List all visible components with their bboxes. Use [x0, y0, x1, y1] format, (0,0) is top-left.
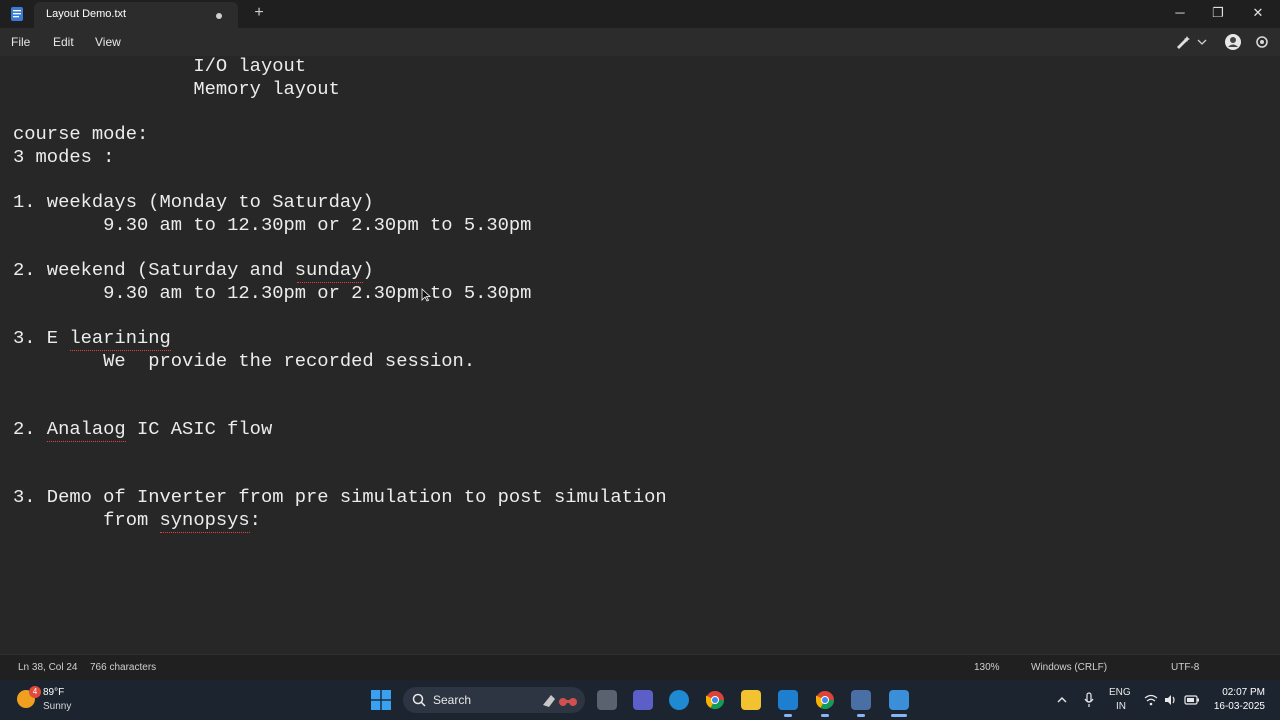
editor-line: 9.30 am to 12.30pm or 2.30pm to 5.30pm [13, 282, 532, 305]
language-indicator[interactable]: ENG [1109, 687, 1131, 698]
active-indicator [891, 714, 907, 717]
text-editor[interactable]: I/O layout Memory layout course mode: 3 … [0, 56, 1280, 654]
unsaved-dot-icon[interactable] [216, 13, 222, 19]
editor-text[interactable]: I/O layout Memory layout course mode: 3 … [13, 56, 667, 532]
character-count: 766 characters [90, 662, 157, 673]
battery-icon[interactable] [1184, 694, 1200, 706]
spellcheck-underline [47, 437, 126, 442]
account-avatar-icon[interactable] [1223, 33, 1243, 51]
teams-icon[interactable] [633, 690, 653, 710]
notepad-app-icon [11, 7, 23, 21]
edge-browser-icon[interactable] [669, 690, 689, 710]
maximize-button[interactable]: ❐ [1208, 4, 1228, 22]
microphone-icon[interactable] [1083, 692, 1095, 708]
editor-line: 9.30 am to 12.30pm or 2.30pm to 5.30pm [13, 213, 532, 236]
menu-bar: File Edit View [0, 28, 1280, 56]
chevron-up-icon[interactable] [1056, 694, 1068, 706]
zoom-level[interactable]: 130% [974, 662, 1000, 673]
chevron-down-icon[interactable] [1196, 33, 1208, 51]
clock-time[interactable]: 02:07 PM [1215, 687, 1265, 698]
status-bar: Ln 38, Col 24 766 characters 130% Window… [0, 654, 1280, 681]
search-highlight-icon [543, 695, 577, 707]
running-indicator [857, 714, 865, 717]
spellcheck-underline [70, 346, 171, 351]
task-view-icon[interactable] [597, 690, 617, 710]
search-label: Search [433, 693, 472, 707]
running-indicator [784, 714, 792, 717]
menu-edit[interactable]: Edit [53, 35, 74, 49]
copilot-pen-icon[interactable] [1174, 33, 1194, 51]
weather-badge: 4 [29, 686, 41, 698]
weather-temperature[interactable]: 89°F [43, 687, 64, 698]
encoding[interactable]: UTF-8 [1171, 662, 1199, 673]
close-button[interactable]: ✕ [1248, 4, 1268, 22]
search-icon [412, 693, 426, 707]
file-explorer-icon[interactable] [741, 690, 761, 710]
volume-icon[interactable] [1164, 693, 1178, 707]
spellcheck-underline [297, 278, 363, 283]
chrome-browser-icon[interactable] [705, 690, 725, 710]
chrome-profile-icon[interactable] [815, 690, 835, 710]
tab-layout-demo[interactable]: Layout Demo.txt [34, 2, 238, 28]
cursor-position: Ln 38, Col 24 [18, 662, 78, 673]
notepad-taskbar-icon[interactable] [889, 690, 909, 710]
minimize-button[interactable]: ─ [1170, 4, 1190, 22]
mouse-pointer-icon [421, 288, 431, 302]
editor-line: 3. Demo of Inverter from pre simulation … [13, 486, 667, 509]
line-ending[interactable]: Windows (CRLF) [1031, 662, 1107, 673]
editor-line: I/O layout [13, 56, 307, 77]
taskbar-search[interactable]: Search [403, 687, 585, 713]
editor-line: 1. weekdays (Monday to Saturday) [13, 191, 374, 214]
wifi-icon[interactable] [1144, 693, 1158, 707]
new-tab-button[interactable]: + [250, 4, 268, 22]
language-region[interactable]: IN [1116, 701, 1126, 712]
title-bar: Layout Demo.txt + ─ ❐ ✕ [0, 0, 1280, 28]
settings-gear-icon[interactable] [1252, 33, 1272, 51]
tab-title: Layout Demo.txt [46, 8, 127, 20]
editor-line: 3 modes : [13, 145, 115, 168]
remote-desktop-icon[interactable] [851, 690, 871, 710]
windows-start-icon[interactable] [371, 690, 391, 710]
menu-file[interactable]: File [11, 35, 30, 49]
vnc-viewer-icon[interactable] [778, 690, 798, 710]
clock-date[interactable]: 16-03-2025 [1205, 701, 1265, 712]
editor-line: Memory layout [13, 77, 340, 100]
spellcheck-underline [160, 528, 250, 533]
running-indicator [821, 714, 829, 717]
editor-line: We provide the recorded session. [13, 350, 476, 373]
weather-condition[interactable]: Sunny [43, 701, 71, 712]
menu-view[interactable]: View [95, 35, 121, 49]
editor-line: course mode: [13, 123, 149, 146]
